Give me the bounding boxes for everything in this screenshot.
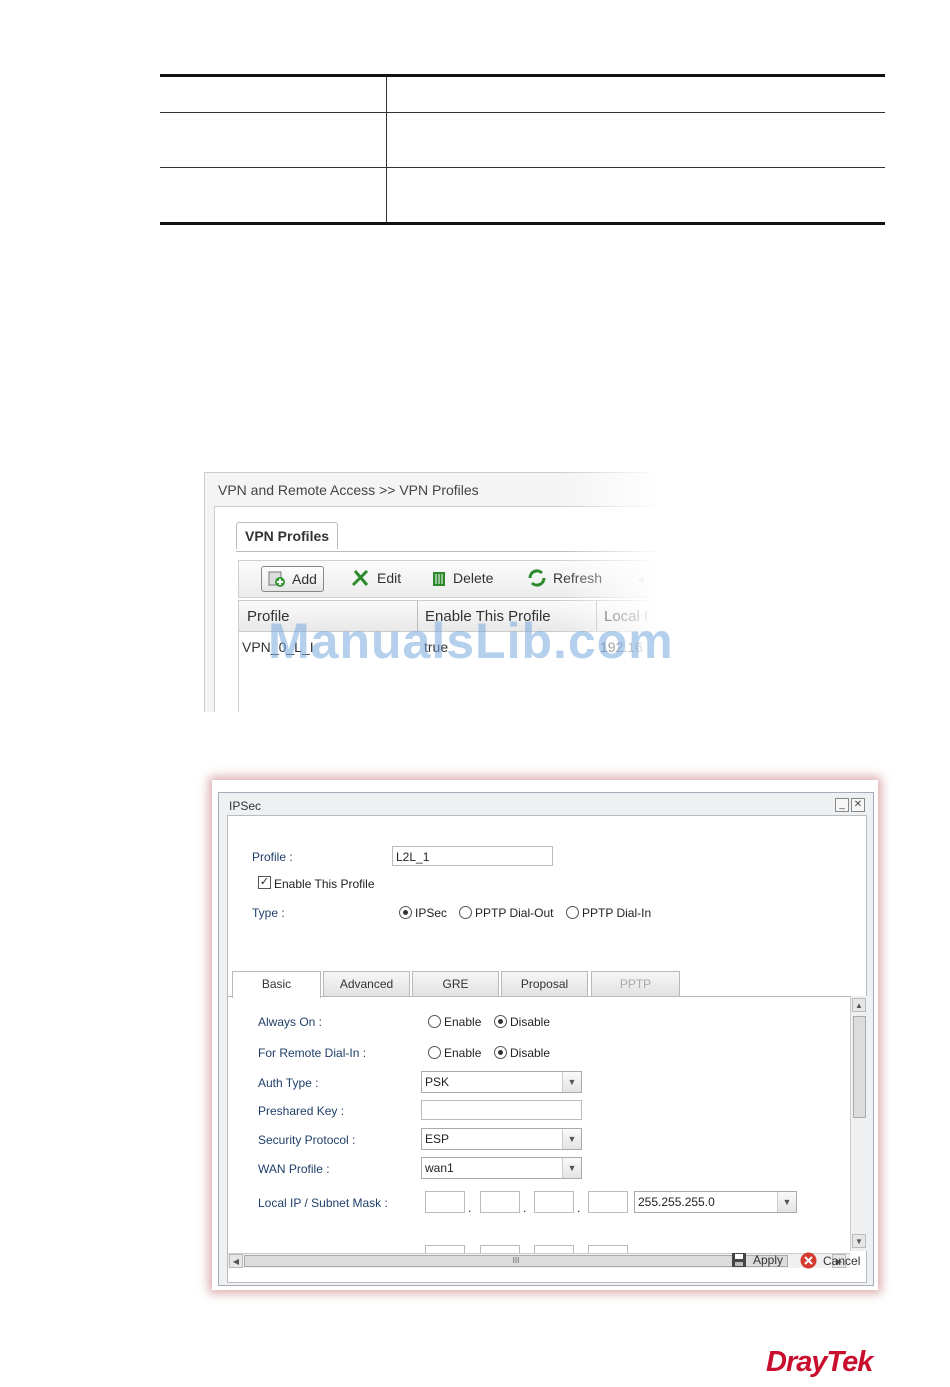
radio-icon [428, 1015, 441, 1028]
tab-basic[interactable]: Basic [232, 971, 321, 998]
radio-icon [494, 1046, 507, 1059]
minimize-icon[interactable]: _ [835, 798, 849, 812]
profile-input[interactable]: L2L_1 [392, 846, 553, 866]
save-icon [732, 1253, 746, 1267]
scroll-thumb[interactable] [853, 1016, 866, 1118]
toolbar: Add Edit Delete Refresh ◕ [238, 560, 660, 598]
scroll-thumb[interactable]: III [244, 1255, 788, 1267]
radio-icon [399, 906, 412, 919]
basic-panel: Always On : Enable Disable For Remote Di… [228, 996, 850, 1253]
remote-dialin-enable-radio[interactable]: Enable [428, 1046, 481, 1060]
tab-proposal[interactable]: Proposal [501, 971, 588, 996]
remote-ip-octet-1[interactable] [425, 1245, 465, 1253]
tab-pptp[interactable]: PPTP [591, 971, 680, 996]
close-icon[interactable]: ✕ [851, 798, 865, 812]
apply-button[interactable]: Apply [731, 1252, 783, 1268]
radio-icon [428, 1046, 441, 1059]
table-row [160, 167, 885, 225]
local-ip-octet-3[interactable] [534, 1191, 574, 1213]
local-ip-octet-4[interactable] [588, 1191, 628, 1213]
delete-button[interactable]: Delete [431, 566, 493, 590]
type-radio-pptp-dialout[interactable]: PPTP Dial-Out [459, 906, 553, 920]
wan-profile-select[interactable]: wan1 ▼ [421, 1157, 582, 1179]
scroll-up-icon[interactable]: ▲ [852, 998, 866, 1012]
trash-icon [433, 572, 445, 586]
draytek-logo: DrayTek [766, 1346, 873, 1378]
vpn-profiles-screenshot: VPN and Remote Access >> VPN Profiles VP… [204, 472, 660, 712]
chevron-down-icon: ▼ [777, 1192, 796, 1212]
remote-ip-octet-3[interactable] [534, 1245, 574, 1253]
cancel-icon [800, 1252, 817, 1269]
refresh-button[interactable]: Refresh [527, 566, 602, 590]
cancel-button[interactable]: Cancel [800, 1252, 860, 1269]
preshared-key-input[interactable] [421, 1100, 582, 1120]
ipsec-dialog: IPSec _ ✕ Profile : L2L_1 ✓ Enable This … [218, 792, 874, 1286]
add-button[interactable]: Add [261, 566, 324, 592]
table-row [160, 112, 885, 168]
local-ip-label: Local IP / Subnet Mask : [258, 1196, 388, 1210]
radio-icon [494, 1015, 507, 1028]
enable-profile-checkbox[interactable]: ✓ [258, 876, 271, 889]
tab-bar: Basic Advanced GRE Proposal PPTP [232, 971, 860, 998]
type-radio-pptp-dialin[interactable]: PPTP Dial-In [566, 906, 651, 920]
auth-type-label: Auth Type : [258, 1076, 319, 1090]
edit-icon [351, 569, 369, 587]
subnet-mask-select[interactable]: 255.255.255.0 ▼ [634, 1191, 797, 1213]
remote-dialin-disable-radio[interactable]: Disable [494, 1046, 550, 1060]
chevron-down-icon: ▼ [562, 1129, 581, 1149]
dialog-title: IPSec [229, 799, 262, 813]
scroll-left-icon[interactable]: ◀ [229, 1254, 243, 1268]
tab-advanced[interactable]: Advanced [323, 971, 410, 996]
tab-vpn-profiles[interactable]: VPN Profiles [236, 522, 339, 549]
dialog-body: Profile : L2L_1 ✓ Enable This Profile Ty… [227, 815, 867, 1283]
watermark: ManualsLib.com [268, 613, 674, 669]
chevron-down-icon: ▼ [562, 1158, 581, 1178]
local-ip-octet-2[interactable] [480, 1191, 520, 1213]
remote-ip-octet-4[interactable] [588, 1245, 628, 1253]
more-icon[interactable]: ◕ [637, 566, 645, 590]
always-on-disable-radio[interactable]: Disable [494, 1015, 550, 1029]
document-table [160, 74, 885, 225]
auth-type-select[interactable]: PSK ▼ [421, 1071, 582, 1093]
wan-profile-label: WAN Profile : [258, 1162, 330, 1176]
edit-button[interactable]: Edit [351, 566, 401, 590]
vertical-scrollbar[interactable]: ▲ ▼ [850, 996, 867, 1251]
radio-icon [459, 906, 472, 919]
always-on-label: Always On : [258, 1015, 323, 1029]
remote-ip-octet-2[interactable] [480, 1245, 520, 1253]
radio-icon [566, 906, 579, 919]
always-on-enable-radio[interactable]: Enable [428, 1015, 481, 1029]
profile-label: Profile : [252, 850, 293, 864]
breadcrumb: VPN and Remote Access >> VPN Profiles [218, 482, 479, 498]
scroll-down-icon[interactable]: ▼ [852, 1234, 866, 1248]
refresh-icon [528, 569, 546, 587]
security-protocol-select[interactable]: ESP ▼ [421, 1128, 582, 1150]
security-protocol-label: Security Protocol : [258, 1133, 356, 1147]
preshared-key-label: Preshared Key : [258, 1104, 345, 1118]
add-icon [268, 571, 285, 587]
type-radio-ipsec[interactable]: IPSec [399, 906, 447, 920]
type-label: Type : [252, 906, 285, 920]
enable-profile-label: Enable This Profile [274, 877, 375, 891]
remote-dialin-label: For Remote Dial-In : [258, 1046, 367, 1060]
table-row [160, 74, 885, 113]
tab-gre[interactable]: GRE [412, 971, 499, 996]
chevron-down-icon: ▼ [562, 1072, 581, 1092]
local-ip-octet-1[interactable] [425, 1191, 465, 1213]
